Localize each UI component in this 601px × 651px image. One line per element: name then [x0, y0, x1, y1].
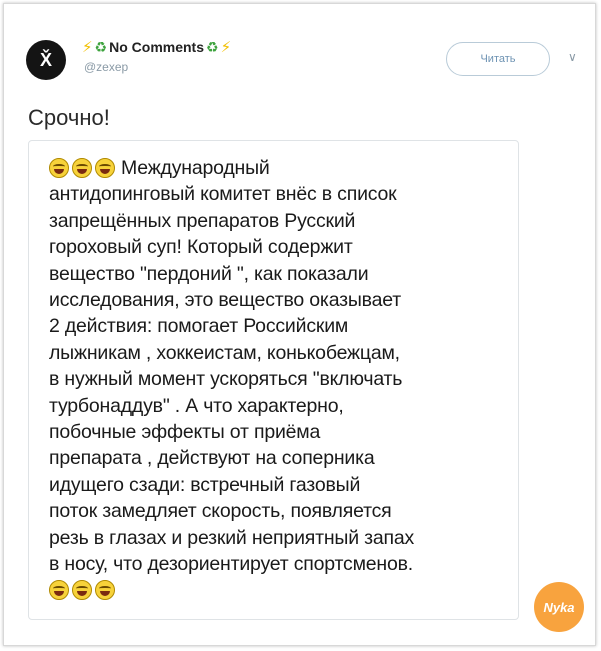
lead-emoji-row	[49, 158, 115, 178]
follow-button-label: Читать	[480, 53, 516, 65]
lightning-icon: ⚡	[82, 39, 93, 56]
lightning-icon: ⚡	[220, 39, 232, 56]
display-name-row[interactable]: ⚡ ♻ No Comments ♻ ⚡	[82, 38, 232, 57]
watermark-logo: Nyka	[534, 582, 584, 632]
user-handle[interactable]: @zexep	[84, 60, 128, 74]
post-text-block: Международный антидопинговый комитет внё…	[49, 155, 501, 600]
laughing-emoji-icon	[72, 579, 92, 600]
display-name[interactable]: No Comments	[109, 39, 204, 55]
attached-image-card[interactable]: Международный антидопинговый комитет внё…	[28, 140, 519, 620]
chevron-down-icon[interactable]: ∨	[568, 50, 577, 64]
laughing-emoji-icon	[49, 158, 69, 178]
laughing-emoji-icon	[49, 579, 69, 600]
avatar-letter: X̌	[39, 49, 52, 70]
tweet-frame: X̌ ⚡ ♻ No Comments ♻ ⚡ @zexep Читать ∨ С…	[3, 3, 596, 646]
laughing-emoji-icon	[95, 158, 115, 178]
follow-button[interactable]: Читать	[446, 42, 550, 76]
trail-emoji-row	[49, 579, 501, 600]
post-body: Международный антидопинговый комитет внё…	[49, 157, 415, 576]
laughing-emoji-icon	[72, 158, 92, 178]
recycle-icon: ♻	[206, 38, 219, 55]
watermark-text: Nyka	[543, 599, 575, 615]
laughing-emoji-icon	[95, 579, 115, 600]
recycle-icon: ♻	[94, 38, 108, 55]
tweet-text: Срочно!	[28, 105, 110, 130]
avatar[interactable]: X̌	[26, 40, 66, 80]
